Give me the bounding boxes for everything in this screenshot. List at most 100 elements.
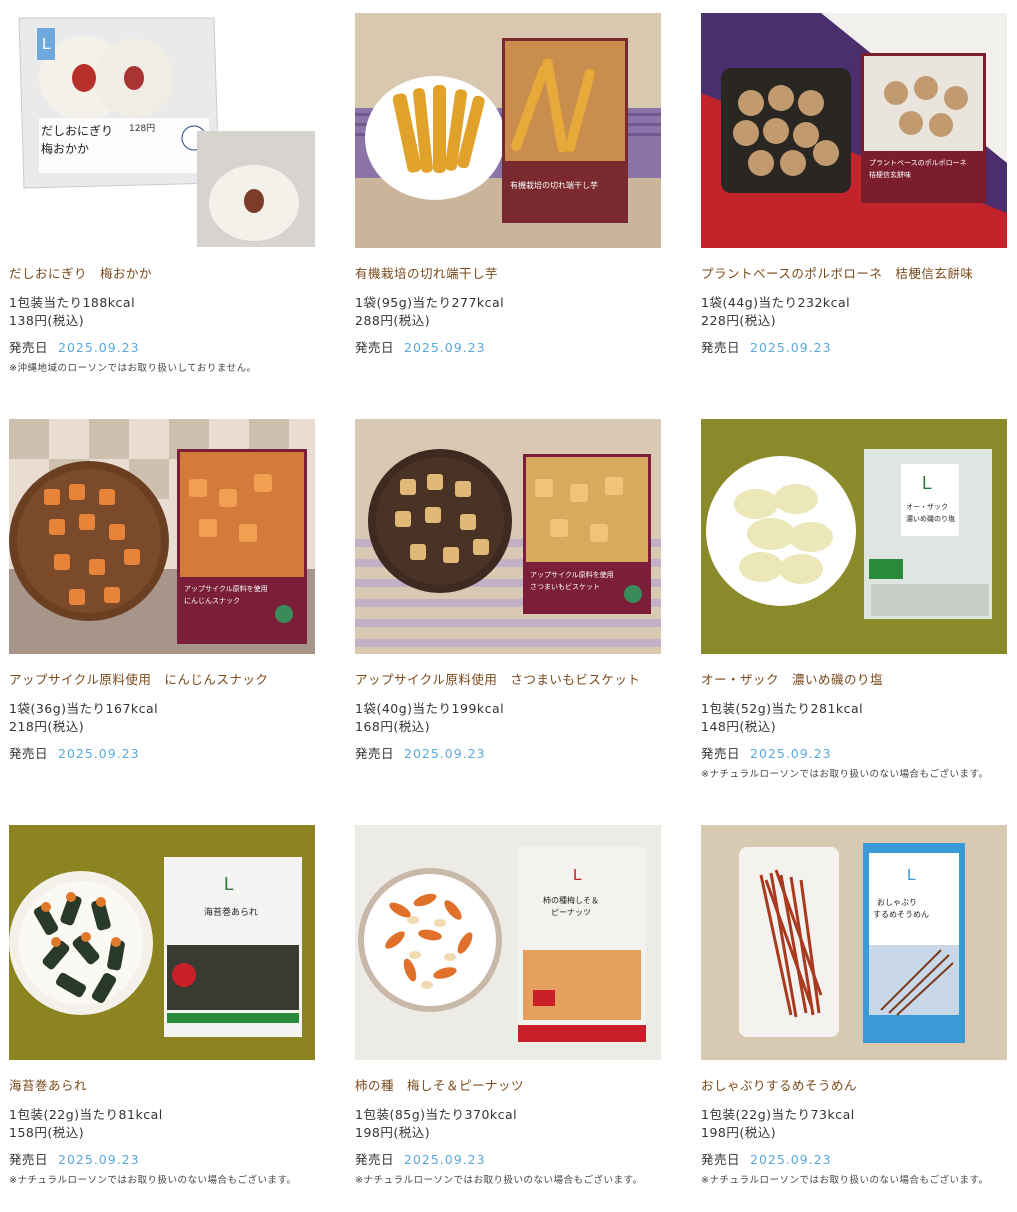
product-note: ※ナチュラルローソンではお取り扱いのない場合もございます。 — [701, 1175, 989, 1186]
product-price: 198円(税込) — [355, 1125, 431, 1140]
svg-text:さつまいもビスケット: さつまいもビスケット — [530, 582, 600, 591]
svg-text:だしおにぎり: だしおにぎり — [41, 124, 113, 138]
product-name[interactable]: 海苔巻あられ — [9, 1078, 315, 1094]
svg-text:128円: 128円 — [129, 123, 155, 134]
svg-text:ピーナッツ: ピーナッツ — [551, 908, 591, 917]
svg-text:L: L — [224, 874, 234, 894]
release-label: 発売日 — [9, 746, 49, 761]
release-label: 発売日 — [355, 340, 395, 355]
product-image[interactable]: プラントベースのポルボローネ 桔梗信玄餅味 — [701, 13, 1007, 248]
product-image[interactable]: 有機栽培の切れ端干し芋 — [355, 13, 661, 248]
product-price: 138円(税込) — [9, 313, 85, 328]
product-price: 158円(税込) — [9, 1125, 85, 1140]
sweet-potato-biscuit-photo: アップサイクル原料を使用 さつまいもビスケット — [355, 419, 661, 654]
surume-somen-photo: L おしゃぶり するめそうめん — [701, 825, 1007, 1060]
release-date: 2025.09.23 — [750, 746, 832, 761]
svg-text:L: L — [573, 867, 582, 884]
svg-text:濃いめ磯のり塩: 濃いめ磯のり塩 — [906, 514, 955, 523]
release-date: 2025.09.23 — [58, 746, 140, 761]
release-date-row: 発売日 2025.09.23 — [701, 340, 1007, 356]
product-calories: 1包装(22g)当たり73kcal — [701, 1107, 855, 1122]
product-image[interactable]: L 海苔巻あられ — [9, 825, 315, 1060]
release-date-row: 発売日 2025.09.23 — [9, 746, 315, 762]
svg-text:梅おかか: 梅おかか — [41, 141, 89, 156]
svg-text:プラントベースのポルボローネ: プラントベースのポルボローネ — [869, 159, 967, 167]
release-date: 2025.09.23 — [750, 340, 832, 355]
release-label: 発売日 — [9, 1152, 49, 1167]
release-date-row: 発売日 2025.09.23 — [355, 746, 661, 762]
release-date: 2025.09.23 — [58, 340, 140, 355]
svg-text:アップサイクル原料を使用: アップサイクル原料を使用 — [530, 570, 614, 579]
product-image[interactable]: アップサイクル原料を使用 にんじんスナック — [9, 419, 315, 654]
release-date: 2025.09.23 — [404, 1152, 486, 1167]
release-date-row: 発売日 2025.09.23 — [355, 340, 661, 356]
product-price: 228円(税込) — [701, 313, 777, 328]
product-name[interactable]: オー・ザック 濃いめ磯のり塩 — [701, 672, 1007, 688]
product-calories: 1袋(40g)当たり199kcal — [355, 701, 505, 716]
kakinotane-photo: L 柿の種梅しそ＆ ピーナッツ — [355, 825, 661, 1060]
release-label: 発売日 — [355, 746, 395, 761]
release-date-row: 発売日 2025.09.23 — [355, 1152, 661, 1168]
product-note: ※ナチュラルローソンではお取り扱いのない場合もございます。 — [9, 1175, 297, 1186]
product-price: 168円(税込) — [355, 719, 431, 734]
release-date: 2025.09.23 — [58, 1152, 140, 1167]
svg-text:海苔巻あられ: 海苔巻あられ — [204, 906, 258, 918]
product-card[interactable]: アップサイクル原料を使用 さつまいもビスケット アップサイクル原料使用 さつまい… — [355, 419, 661, 762]
product-card[interactable]: L おしゃぶり するめそうめん おしゃぶりするめそうめん 1包装(22g)当たり… — [701, 825, 1007, 1187]
svg-text:にんじんスナック: にんじんスナック — [184, 597, 240, 605]
product-calories: 1包装(52g)当たり281kcal — [701, 701, 864, 716]
product-image[interactable]: L オー・ザック 濃いめ磯のり塩 — [701, 419, 1007, 654]
product-calories: 1袋(95g)当たり277kcal — [355, 295, 505, 310]
product-card[interactable]: L だしおにぎり 梅おかか 128円 だしおにぎり 梅おかか 1包装当たり188… — [9, 13, 315, 375]
product-note: ※ナチュラルローソンではお取り扱いのない場合もございます。 — [355, 1175, 643, 1186]
release-date-row: 発売日 2025.09.23 — [701, 746, 1007, 762]
product-calories: 1包装(85g)当たり370kcal — [355, 1107, 518, 1122]
release-date-row: 発売日 2025.09.23 — [701, 1152, 1007, 1168]
svg-text:L: L — [42, 36, 51, 53]
polvorone-photo: プラントベースのポルボローネ 桔梗信玄餅味 — [701, 13, 1007, 248]
svg-text:するめそうめん: するめそうめん — [873, 910, 929, 919]
product-name[interactable]: アップサイクル原料使用 さつまいもビスケット — [355, 672, 661, 688]
svg-text:柿の種梅しそ＆: 柿の種梅しそ＆ — [543, 895, 599, 905]
product-name[interactable]: だしおにぎり 梅おかか — [9, 266, 315, 282]
product-card[interactable]: L 柿の種梅しそ＆ ピーナッツ 柿の種 梅しそ＆ピーナッツ 1包装(85g)当た… — [355, 825, 661, 1187]
product-name[interactable]: 柿の種 梅しそ＆ピーナッツ — [355, 1078, 661, 1094]
product-card[interactable]: L オー・ザック 濃いめ磯のり塩 オー・ザック 濃いめ磯のり塩 1包装(52g)… — [701, 419, 1007, 781]
norimaki-arare-photo: L 海苔巻あられ — [9, 825, 315, 1060]
product-calories: 1包装(22g)当たり81kcal — [9, 1107, 163, 1122]
svg-text:L: L — [907, 867, 916, 884]
release-label: 発売日 — [355, 1152, 395, 1167]
onigiri-photo: L だしおにぎり 梅おかか 128円 — [9, 13, 315, 248]
product-calories: 1袋(36g)当たり167kcal — [9, 701, 159, 716]
release-date-row: 発売日 2025.09.23 — [9, 340, 315, 356]
svg-text:おしゃぶり: おしゃぶり — [877, 898, 917, 907]
svg-text:桔梗信玄餅味: 桔梗信玄餅味 — [869, 170, 911, 179]
product-price: 148円(税込) — [701, 719, 777, 734]
product-image[interactable]: L だしおにぎり 梅おかか 128円 — [9, 13, 315, 248]
product-note: ※沖縄地域のローソンではお取り扱いしておりません。 — [9, 363, 257, 374]
product-name[interactable]: 有機栽培の切れ端干し芋 — [355, 266, 661, 282]
svg-text:L: L — [922, 473, 932, 493]
product-card[interactable]: L 海苔巻あられ 海苔巻あられ 1包装(22g)当たり81kcal 158円(税… — [9, 825, 315, 1187]
release-date: 2025.09.23 — [404, 340, 486, 355]
product-card[interactable]: 有機栽培の切れ端干し芋 有機栽培の切れ端干し芋 1袋(95g)当たり277kca… — [355, 13, 661, 356]
svg-text:オー・ザック: オー・ザック — [906, 503, 948, 511]
product-image[interactable]: L おしゃぶり するめそうめん — [701, 825, 1007, 1060]
product-name[interactable]: プラントベースのポルボローネ 桔梗信玄餅味 — [701, 266, 1007, 282]
release-date: 2025.09.23 — [404, 746, 486, 761]
svg-text:アップサイクル原料を使用: アップサイクル原料を使用 — [184, 584, 268, 593]
product-name[interactable]: おしゃぶりするめそうめん — [701, 1078, 1007, 1094]
product-card[interactable]: アップサイクル原料を使用 にんじんスナック アップサイクル原料使用 にんじんスナ… — [9, 419, 315, 762]
product-image[interactable]: アップサイクル原料を使用 さつまいもビスケット — [355, 419, 661, 654]
release-label: 発売日 — [701, 746, 741, 761]
release-label: 発売日 — [9, 340, 49, 355]
product-calories: 1包装当たり188kcal — [9, 295, 136, 310]
dried-sweet-potato-photo: 有機栽培の切れ端干し芋 — [355, 13, 661, 248]
product-name[interactable]: アップサイクル原料使用 にんじんスナック — [9, 672, 315, 688]
release-date-row: 発売日 2025.09.23 — [9, 1152, 315, 1168]
product-note: ※ナチュラルローソンではお取り扱いのない場合もございます。 — [701, 769, 989, 780]
product-calories: 1袋(44g)当たり232kcal — [701, 295, 851, 310]
product-price: 288円(税込) — [355, 313, 431, 328]
product-image[interactable]: L 柿の種梅しそ＆ ピーナッツ — [355, 825, 661, 1060]
product-card[interactable]: プラントベースのポルボローネ 桔梗信玄餅味 プラントベースのポルボローネ 桔梗信… — [701, 13, 1007, 356]
